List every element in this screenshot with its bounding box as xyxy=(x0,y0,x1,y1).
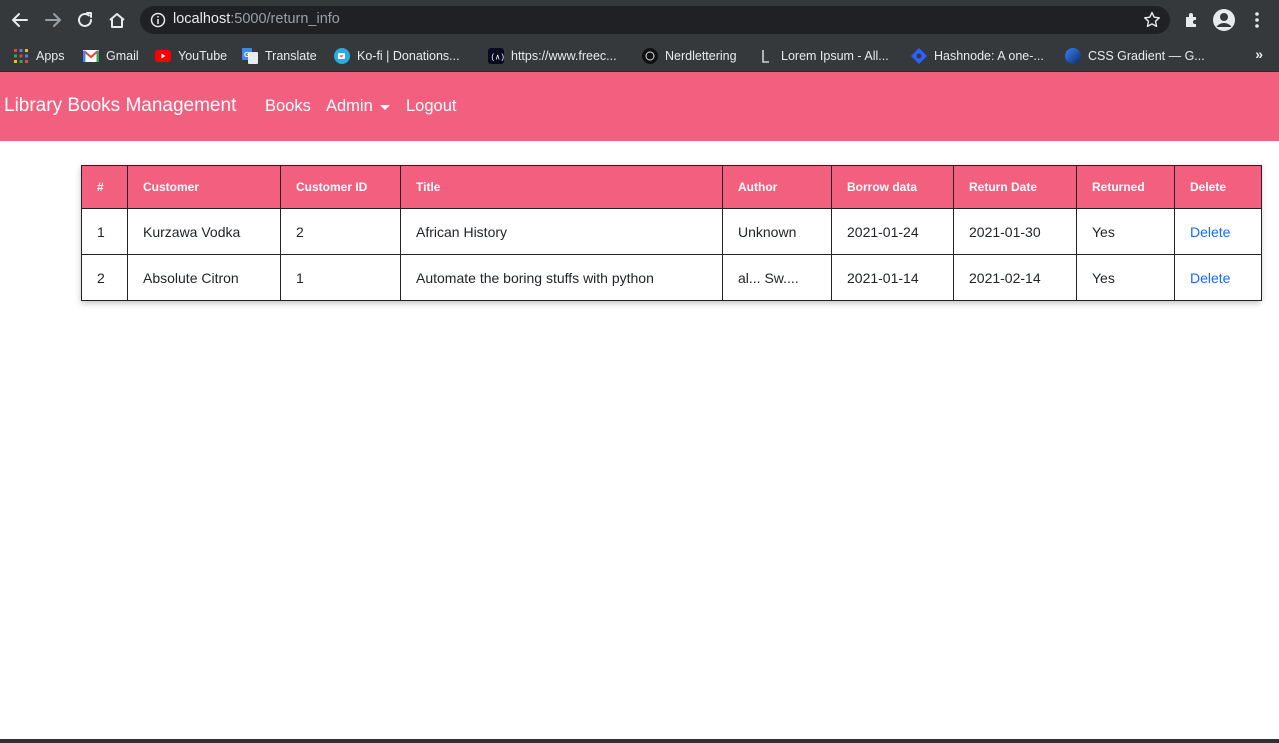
bookmark-label: YouTube xyxy=(178,49,228,63)
delete-link[interactable]: Delete xyxy=(1174,208,1262,255)
author-cell: al... Sw.... xyxy=(722,254,832,301)
bookmark-apps[interactable]: Apps xyxy=(13,47,65,65)
column-header: Returned xyxy=(1076,165,1175,209)
nerdlettering-icon xyxy=(642,48,658,64)
column-header: Delete xyxy=(1174,165,1262,209)
forward-arrow-icon xyxy=(45,13,61,27)
home-button[interactable] xyxy=(105,8,129,32)
customer-cell: Absolute Citron xyxy=(127,254,281,301)
bookmark-css-gradient[interactable]: CSS Gradient — G... xyxy=(1065,47,1205,65)
return-date-cell: 2021-01-30 xyxy=(953,208,1077,255)
row-number-cell: 1 xyxy=(81,208,128,255)
bookmark-label: Gmail xyxy=(106,49,139,63)
nav-dropdown-admin[interactable]: Admin xyxy=(326,97,390,116)
bookmark-label: Lorem Ipsum - All... xyxy=(781,49,889,63)
bookmark-freecodecamp[interactable]: (∧) https://www.freec... xyxy=(488,47,617,65)
bookmark-hashnode[interactable]: Hashnode: A one-... xyxy=(911,47,1044,65)
bookmark-translate[interactable]: G Translate xyxy=(242,47,317,65)
return-info-table-wrapper: # Customer Customer ID Title Author Borr… xyxy=(81,165,1262,301)
bookmark-gmail[interactable]: Gmail xyxy=(83,47,139,65)
svg-text:(∧): (∧) xyxy=(491,54,505,63)
freecodecamp-icon: (∧) xyxy=(488,48,504,64)
title-cell: Automate the boring stuffs with python xyxy=(400,254,723,301)
profile-button[interactable] xyxy=(1212,8,1236,32)
table-header-row: # Customer Customer ID Title Author Borr… xyxy=(81,165,1262,209)
column-header: Return Date xyxy=(953,165,1077,209)
bookmarks-overflow-button[interactable]: » xyxy=(1255,46,1263,62)
address-bar[interactable]: localhost:5000/return_info xyxy=(140,6,1170,34)
translate-icon: G xyxy=(242,48,258,64)
url-text: localhost:5000/return_info xyxy=(173,11,340,27)
bookmark-label: Translate xyxy=(265,49,317,63)
svg-text:G: G xyxy=(244,52,250,59)
bookmark-lorem-ipsum[interactable]: Lorem Ipsum - All... xyxy=(758,47,889,65)
bookmark-label: CSS Gradient — G... xyxy=(1088,49,1205,63)
reload-icon xyxy=(78,12,92,27)
window-bottom-edge xyxy=(0,739,1279,743)
app-navbar: Library Books Management Books Admin Log… xyxy=(0,72,1279,141)
hashnode-icon xyxy=(911,48,927,64)
url-host: localhost xyxy=(173,11,231,27)
bookmarks-bar: Apps Gmail YouTube G Translate Ko-fi | D… xyxy=(0,40,1279,72)
css-gradient-icon xyxy=(1065,48,1081,64)
returned-cell: Yes xyxy=(1076,254,1175,301)
info-icon[interactable] xyxy=(150,12,166,28)
returned-cell: Yes xyxy=(1076,208,1175,255)
kebab-menu-icon xyxy=(1255,12,1259,28)
title-cell: African History xyxy=(400,208,723,255)
table-row: 2 Absolute Citron 1 Automate the boring … xyxy=(81,254,1262,301)
column-header: Customer ID xyxy=(280,165,401,209)
row-number-cell: 2 xyxy=(81,254,128,301)
column-header: Author xyxy=(722,165,832,209)
back-arrow-icon xyxy=(12,13,28,27)
bookmark-label: Nerdlettering xyxy=(665,49,737,63)
bookmark-star-icon[interactable] xyxy=(1142,10,1162,30)
bookmark-label: https://www.freec... xyxy=(511,49,617,63)
customer-cell: Kurzawa Vodka xyxy=(127,208,281,255)
account-circle-icon xyxy=(1213,9,1235,31)
caret-down-icon xyxy=(379,104,390,110)
bookmark-label: Apps xyxy=(36,49,65,63)
back-button[interactable] xyxy=(8,8,32,32)
browser-toolbar: localhost:5000/return_info xyxy=(0,0,1279,40)
borrow-date-cell: 2021-01-24 xyxy=(831,208,954,255)
borrow-date-cell: 2021-01-14 xyxy=(831,254,954,301)
kofi-icon xyxy=(334,48,350,64)
page-content: Library Books Management Books Admin Log… xyxy=(0,72,1279,739)
column-header: # xyxy=(81,165,128,209)
bookmark-label: Ko-fi | Donations... xyxy=(357,49,460,63)
menu-button[interactable] xyxy=(1245,8,1269,32)
home-icon xyxy=(109,13,125,28)
apps-grid-icon xyxy=(13,48,29,64)
bookmark-kofi[interactable]: Ko-fi | Donations... xyxy=(334,47,460,65)
delete-link[interactable]: Delete xyxy=(1174,254,1262,301)
navbar-brand[interactable]: Library Books Management xyxy=(4,95,236,117)
customer-id-cell: 1 xyxy=(280,254,401,301)
reload-button[interactable] xyxy=(73,8,97,32)
puzzle-icon xyxy=(1186,13,1196,27)
gmail-icon xyxy=(83,48,99,64)
customer-id-cell: 2 xyxy=(280,208,401,255)
column-header: Customer xyxy=(127,165,281,209)
bookmark-youtube[interactable]: YouTube xyxy=(155,47,227,65)
bookmark-label: Hashnode: A one-... xyxy=(934,49,1044,63)
forward-button[interactable] xyxy=(41,8,65,32)
column-header: Title xyxy=(400,165,723,209)
extensions-button[interactable] xyxy=(1180,8,1204,32)
author-cell: Unknown xyxy=(722,208,832,255)
nav-link-logout[interactable]: Logout xyxy=(406,97,456,116)
return-info-table: # Customer Customer ID Title Author Borr… xyxy=(81,165,1262,301)
url-path: :5000/return_info xyxy=(230,11,340,27)
bookmark-nerdlettering[interactable]: Nerdlettering xyxy=(642,47,737,65)
return-date-cell: 2021-02-14 xyxy=(953,254,1077,301)
column-header: Borrow data xyxy=(831,165,954,209)
lorem-ipsum-icon xyxy=(758,48,774,64)
youtube-icon xyxy=(155,48,171,64)
nav-link-books[interactable]: Books xyxy=(265,97,311,116)
nav-dropdown-admin-label: Admin xyxy=(326,97,373,115)
table-row: 1 Kurzawa Vodka 2 African History Unknow… xyxy=(81,208,1262,255)
